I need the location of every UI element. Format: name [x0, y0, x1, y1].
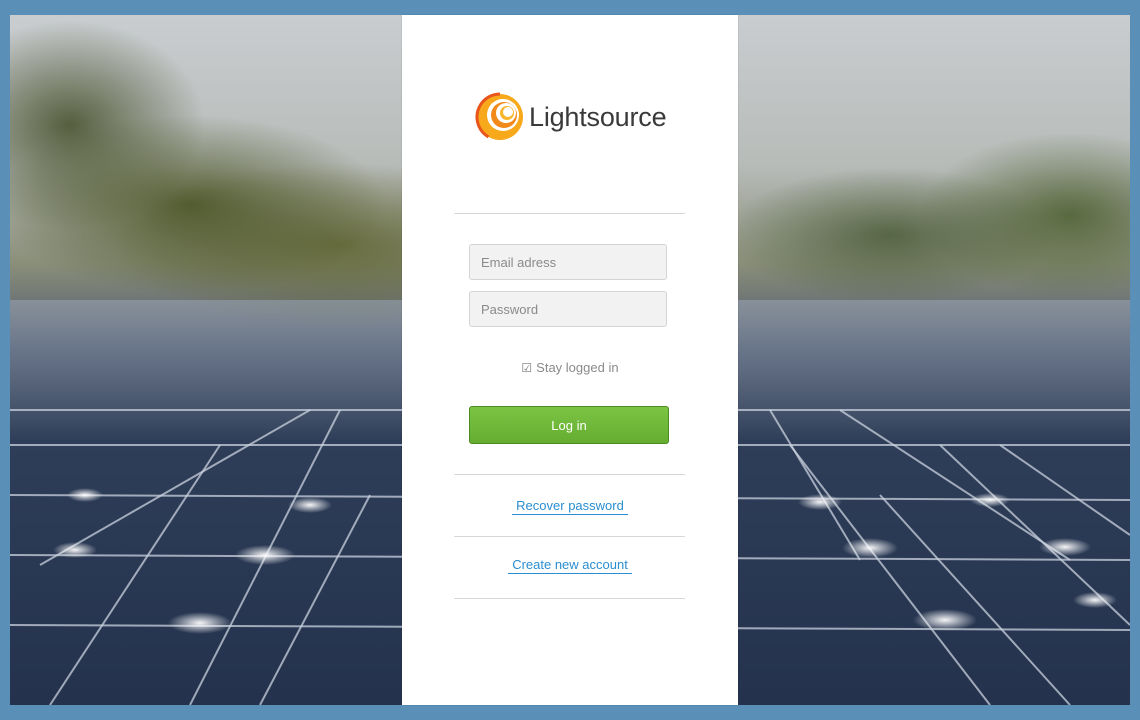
- recover-password-link[interactable]: Recover password: [512, 498, 628, 515]
- stay-logged-in-label: Stay logged in: [536, 360, 619, 375]
- page-frame: Lightsource ☑ Stay logged in Log in Recov…: [0, 0, 1140, 720]
- lightsource-logo: Lightsource: [474, 91, 667, 143]
- brand-name: Lightsource: [529, 101, 667, 132]
- stay-logged-in-toggle[interactable]: ☑ Stay logged in: [402, 360, 738, 375]
- divider: [454, 598, 685, 599]
- create-account-link[interactable]: Create new account: [508, 557, 632, 574]
- lightsource-swirl-icon: [475, 92, 525, 142]
- create-account-row: Create new account: [402, 556, 738, 574]
- email-input[interactable]: [469, 244, 667, 280]
- login-panel: Lightsource ☑ Stay logged in Log in Recov…: [402, 15, 738, 705]
- divider: [454, 536, 685, 537]
- checkbox-checked-icon[interactable]: ☑: [521, 361, 532, 375]
- password-input[interactable]: [469, 291, 667, 327]
- recover-password-row: Recover password: [402, 497, 738, 515]
- divider: [454, 474, 685, 475]
- divider: [454, 213, 685, 214]
- login-button[interactable]: Log in: [469, 406, 669, 444]
